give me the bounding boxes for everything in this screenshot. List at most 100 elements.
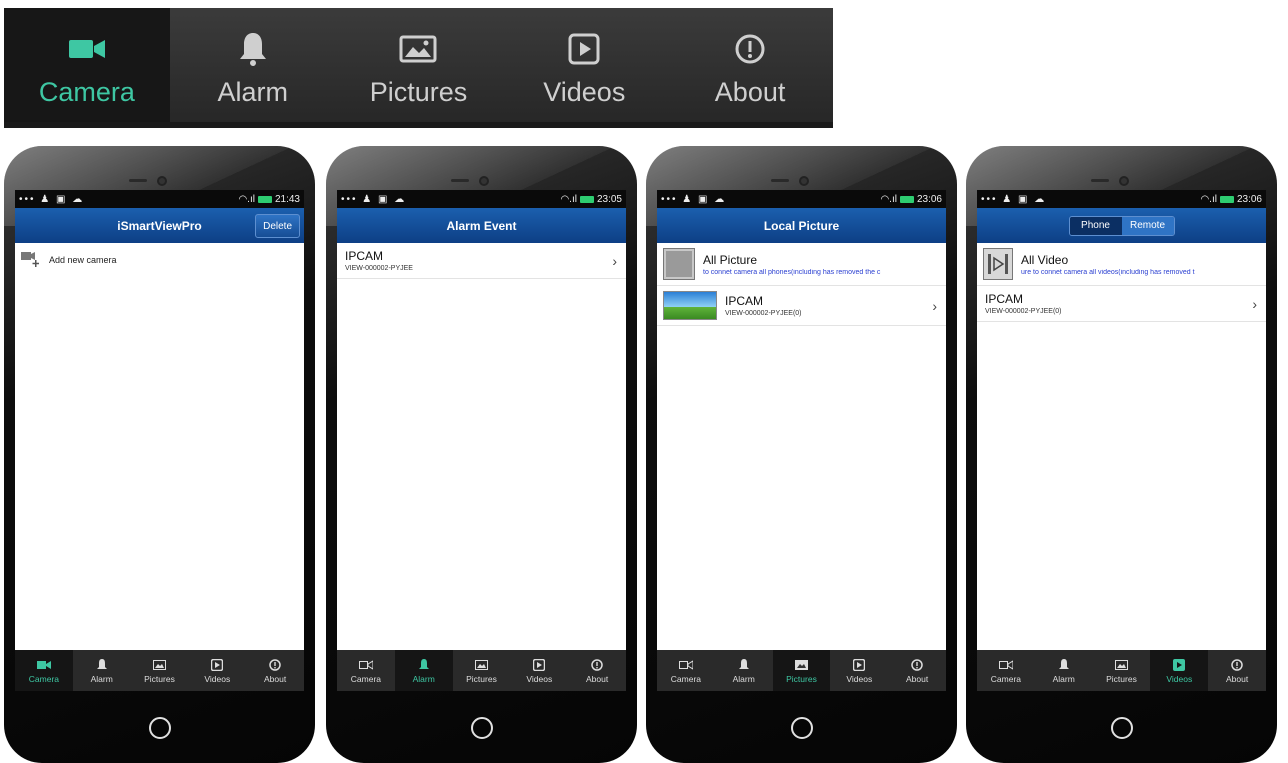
video-camera-icon xyxy=(678,658,693,672)
tab-videos[interactable]: Videos xyxy=(188,650,246,691)
all-picture-thumbnail xyxy=(663,248,695,280)
tab-label: Pictures xyxy=(786,673,817,684)
big-tab-camera[interactable]: Camera xyxy=(4,8,170,128)
tab-label: Videos xyxy=(1166,673,1193,684)
status-bar: ••• ♟ ▣ ☁ ◠.ıl 23:05 xyxy=(337,190,626,208)
item-title: IPCAM xyxy=(985,292,1024,306)
page-title: Alarm Event xyxy=(446,218,517,233)
add-camera-icon xyxy=(21,251,43,269)
front-camera xyxy=(129,178,165,184)
home-button[interactable] xyxy=(1110,717,1133,739)
signal-icon: ◠.ıl xyxy=(238,193,255,205)
status-time: 23:05 xyxy=(596,193,622,205)
page-title: iSmartViewPro xyxy=(117,218,202,233)
tab-alarm[interactable]: Alarm xyxy=(1035,650,1093,691)
camera-list: Add new camera xyxy=(15,243,304,650)
segment-phone[interactable]: Phone xyxy=(1069,216,1122,235)
front-camera xyxy=(1091,178,1127,184)
item-title: All Picture xyxy=(703,252,758,267)
notification-icons: ••• ♟ ▣ ☁ xyxy=(661,193,727,205)
list-item[interactable]: IPCAM VIEW-000002-PYJEE(0) › xyxy=(977,286,1266,322)
bottom-tab-bar: Camera Alarm Pictures Videos About xyxy=(15,650,304,691)
item-subtitle: VIEW-000002-PYJEE(0) xyxy=(985,308,1062,315)
big-tab-bar: Camera Alarm Pictures Videos About xyxy=(4,8,833,128)
app-header: Phone Remote xyxy=(977,208,1266,243)
big-tab-label: About xyxy=(714,76,786,107)
item-subtitle: to connet camera all phones(including ha… xyxy=(703,268,881,276)
home-button[interactable] xyxy=(790,717,813,739)
home-button[interactable] xyxy=(470,717,493,739)
tab-label: Pictures xyxy=(144,673,175,684)
tab-label: Videos xyxy=(846,673,873,684)
tab-pictures[interactable]: Pictures xyxy=(772,650,831,691)
picture-icon xyxy=(794,658,808,672)
tab-camera[interactable]: Camera xyxy=(977,650,1035,691)
notification-icons: ••• ♟ ▣ ☁ xyxy=(341,193,407,205)
big-tab-pictures[interactable]: Pictures xyxy=(336,8,502,128)
status-bar: ••• ♟ ▣ ☁ ◠.ıl 21:43 xyxy=(15,190,304,208)
page-title: Local Picture xyxy=(763,218,840,233)
tab-about[interactable]: About xyxy=(888,650,946,691)
bottom-tab-bar: Camera Alarm Pictures Videos About xyxy=(337,650,626,691)
battery-icon xyxy=(899,195,914,203)
big-tab-videos[interactable]: Videos xyxy=(501,8,667,128)
add-camera-label: Add new camera xyxy=(49,255,117,265)
tab-camera[interactable]: Camera xyxy=(337,650,395,691)
screen: ••• ♟ ▣ ☁ ◠.ıl 23:06 Local Picture All Pi… xyxy=(657,190,946,691)
signal-icon: ◠.ıl xyxy=(1200,193,1217,205)
signal-icon: ◠.ıl xyxy=(880,193,897,205)
app-header: Local Picture xyxy=(657,208,946,243)
play-icon xyxy=(533,658,546,672)
status-time: 23:06 xyxy=(916,193,942,205)
big-tab-label: Videos xyxy=(543,76,626,107)
tab-camera[interactable]: Camera xyxy=(657,650,715,691)
video-camera-icon xyxy=(65,29,109,69)
chevron-right-icon: › xyxy=(1252,295,1257,312)
picture-icon xyxy=(152,658,166,672)
tab-alarm[interactable]: Alarm xyxy=(73,650,131,691)
tab-pictures[interactable]: Pictures xyxy=(453,650,511,691)
delete-button[interactable]: Delete xyxy=(255,214,300,238)
chevron-right-icon: › xyxy=(612,252,617,269)
big-tab-alarm[interactable]: Alarm xyxy=(170,8,336,128)
all-videos-item[interactable]: All Video ure to connet camera all video… xyxy=(977,243,1266,286)
home-button[interactable] xyxy=(148,717,171,739)
tab-alarm[interactable]: Alarm xyxy=(715,650,773,691)
item-subtitle: VIEW-000002-PYJEE xyxy=(345,265,413,272)
tab-pictures[interactable]: Pictures xyxy=(1093,650,1151,691)
list-item[interactable]: IPCAM VIEW-000002-PYJEE › xyxy=(337,243,626,279)
bottom-tab-bar: Camera Alarm Pictures Videos About xyxy=(977,650,1266,691)
add-camera-item[interactable]: Add new camera xyxy=(15,243,304,277)
status-bar: ••• ♟ ▣ ☁ ◠.ıl 23:06 xyxy=(657,190,946,208)
tab-label: Camera xyxy=(990,673,1022,684)
tab-label: About xyxy=(905,673,929,684)
phone-alarm: ••• ♟ ▣ ☁ ◠.ıl 23:05 Alarm Event IPCAM VI… xyxy=(326,146,637,763)
list-item[interactable]: IPCAM VIEW-000002-PYJEE(0) › xyxy=(657,286,946,326)
phone-videos: ••• ♟ ▣ ☁ ◠.ıl 23:06 Phone Remote All Vid… xyxy=(966,146,1277,763)
bell-icon xyxy=(1058,658,1069,672)
status-time: 21:43 xyxy=(274,193,300,205)
bottom-tab-bar: Camera Alarm Pictures Videos About xyxy=(657,650,946,691)
tab-bar-shadow xyxy=(4,122,833,128)
tab-pictures[interactable]: Pictures xyxy=(131,650,189,691)
screen: ••• ♟ ▣ ☁ ◠.ıl 21:43 iSmartViewPro Delete… xyxy=(15,190,304,691)
tab-videos[interactable]: Videos xyxy=(830,650,888,691)
big-tab-label: Camera xyxy=(38,76,135,107)
tab-camera[interactable]: Camera xyxy=(15,650,73,691)
app-header: iSmartViewPro Delete xyxy=(15,208,304,243)
bell-icon xyxy=(418,658,429,672)
tab-videos[interactable]: Videos xyxy=(1150,650,1209,691)
tab-about[interactable]: About xyxy=(1208,650,1266,691)
segment-remote[interactable]: Remote xyxy=(1121,216,1174,235)
info-icon xyxy=(269,658,281,672)
tab-about[interactable]: About xyxy=(246,650,304,691)
tab-alarm[interactable]: Alarm xyxy=(394,650,453,691)
info-icon xyxy=(911,658,923,672)
status-bar: ••• ♟ ▣ ☁ ◠.ıl 23:06 xyxy=(977,190,1266,208)
tab-videos[interactable]: Videos xyxy=(510,650,568,691)
all-pictures-item[interactable]: All Picture to connet camera all phones(… xyxy=(657,243,946,286)
big-tab-about[interactable]: About xyxy=(667,8,833,128)
tab-about[interactable]: About xyxy=(568,650,626,691)
tab-label: Alarm xyxy=(732,673,755,684)
signal-icon: ◠.ıl xyxy=(560,193,577,205)
